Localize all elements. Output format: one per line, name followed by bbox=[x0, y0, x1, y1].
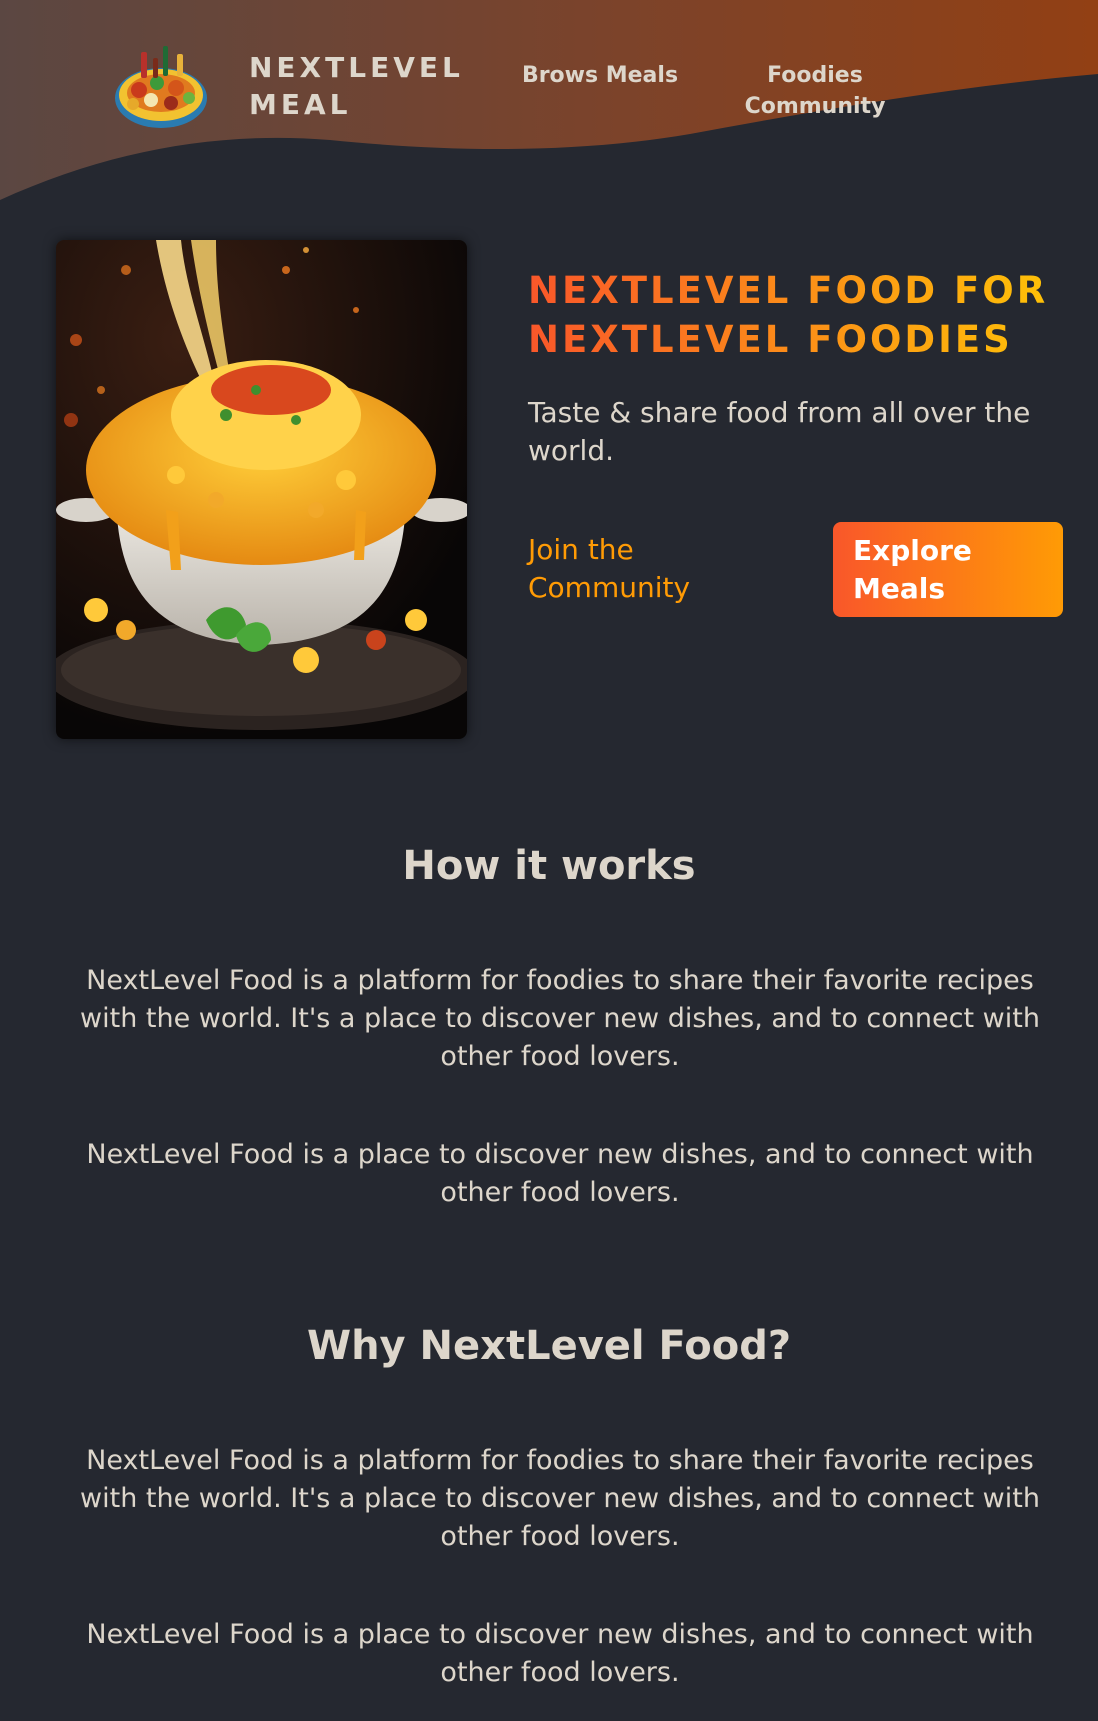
hero-title: NEXTLEVEL FOOD FOR NEXTLEVEL FOODIES bbox=[528, 266, 1088, 364]
section-paragraph: NextLevel Food is a place to discover ne… bbox=[86, 1619, 1034, 1688]
join-community-link[interactable]: Join the Community bbox=[528, 531, 748, 607]
section-paragraph: NextLevel Food is a platform for foodies… bbox=[80, 1445, 1040, 1552]
section-paragraph: NextLevel Food is a place to discover ne… bbox=[86, 1139, 1034, 1208]
nav-browse-meals[interactable]: Brows Meals bbox=[520, 60, 680, 91]
mac-and-cheese-image bbox=[56, 240, 467, 739]
section-title-why-nextlevel: Why NextLevel Food? bbox=[306, 1323, 792, 1369]
hero-subtitle: Taste & share food from all over the wor… bbox=[528, 396, 1031, 467]
logo-link[interactable]: NEXTLEVEL MEAL bbox=[111, 38, 469, 134]
hero-image bbox=[56, 240, 467, 739]
section-title-how-it-works: How it works bbox=[402, 843, 696, 889]
logo-text: NEXTLEVEL MEAL bbox=[249, 51, 464, 121]
food-platter-icon bbox=[115, 46, 207, 128]
explore-meals-button[interactable]: Explore Meals bbox=[833, 522, 1063, 617]
explore-meals-label: Explore Meals bbox=[853, 533, 972, 605]
section-paragraph: NextLevel Food is a platform for foodies… bbox=[80, 965, 1040, 1072]
nav-foodies-community[interactable]: Foodies Community bbox=[735, 60, 895, 122]
